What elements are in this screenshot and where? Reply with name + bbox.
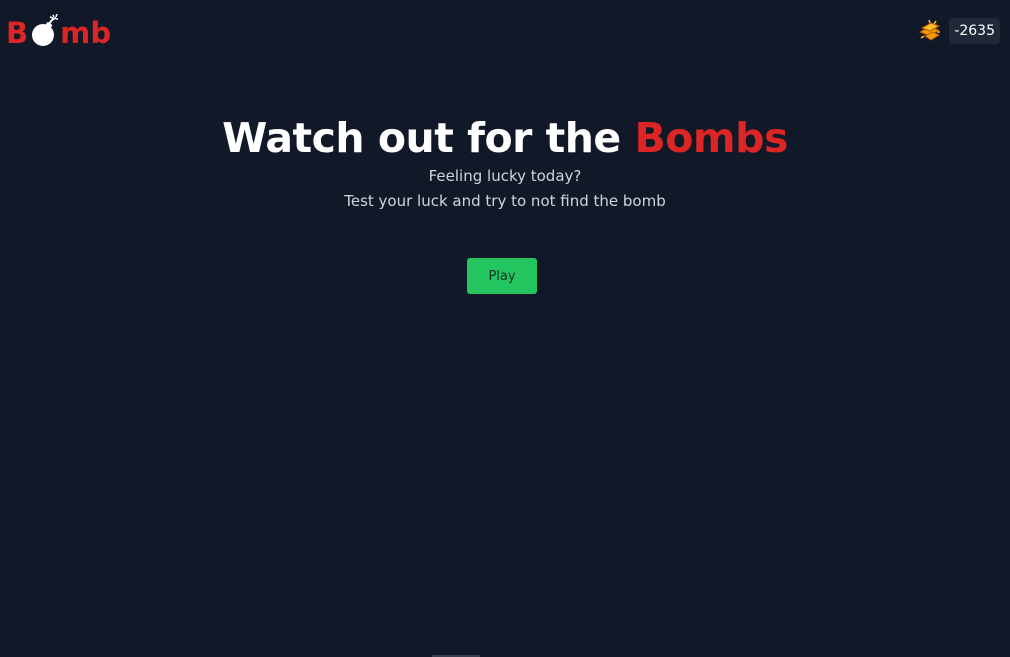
- balance-value: -2635: [949, 18, 1000, 44]
- balance-display: -2635: [917, 18, 1000, 44]
- logo-letters-mb: mb: [60, 16, 112, 50]
- hero-title: Watch out for the Bombs: [0, 112, 1010, 164]
- hero-title-main: Watch out for the: [222, 114, 635, 162]
- hero-title-accent: Bombs: [634, 114, 789, 162]
- logo-letter-b: B: [6, 16, 29, 50]
- hero-section: Watch out for the Bombs Feeling lucky to…: [0, 112, 1010, 214]
- bomb-icon: [29, 14, 59, 48]
- hero-subtitle-line2: Test your luck and try to not find the b…: [344, 192, 666, 210]
- app-logo[interactable]: B mb: [6, 12, 111, 48]
- game-page: B mb -2635 Watch out for the Bombs Feeli…: [0, 0, 1010, 657]
- gold-coins-icon: [917, 18, 943, 44]
- play-button[interactable]: Play: [467, 258, 537, 294]
- hero-subtitle-line1: Feeling lucky today?: [428, 167, 582, 185]
